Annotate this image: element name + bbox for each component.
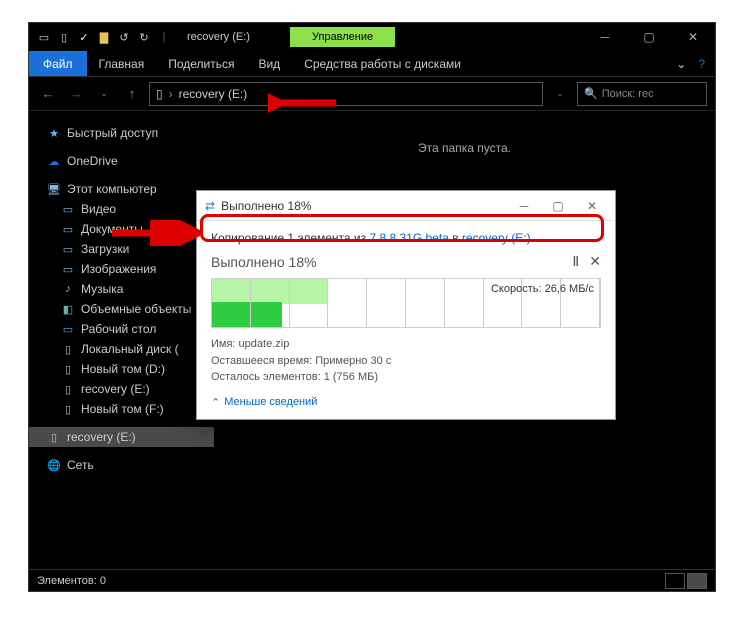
cube-icon: ◧ [61,302,75,316]
title-bar: ▭ ▯ ✓ ▇ ↺ ↻ | recovery (E:) Управление ─… [29,23,715,51]
sidebar-item-music[interactable]: ♪Музыка [29,279,214,299]
dialog-maximize-button[interactable]: ▢ [543,199,573,213]
sidebar-item-recovery-e[interactable]: ▯recovery (E:) [29,379,214,399]
minimize-button[interactable]: ─ [583,23,627,51]
dialog-title: Выполнено 18% [221,199,312,213]
desktop-icon: ▭ [61,322,75,336]
view-icons-button[interactable] [687,573,707,589]
drive-icon: ▯ [61,342,75,356]
tab-home[interactable]: Главная [87,51,157,76]
status-bar: Элементов: 0 [29,569,715,591]
file-tab[interactable]: Файл [29,51,87,76]
speed-label: Скорость: 26,6 МБ/с [491,283,594,295]
copy-progress-dialog: ⇄ Выполнено 18% ─ ▢ ✕ Копирование 1 элем… [196,190,616,420]
cloud-icon: ☁ [47,154,61,168]
sidebar-item-recovery-selected[interactable]: ▯recovery (E:) [29,427,214,447]
dialog-title-bar[interactable]: ⇄ Выполнено 18% ─ ▢ ✕ [197,191,615,221]
app-icon: ▭ [35,28,53,46]
view-details-button[interactable] [665,573,685,589]
copy-dest-link[interactable]: recovery (E:) [462,231,531,245]
ribbon-tabs: Файл Главная Поделиться Вид Средства раб… [29,51,715,77]
help-icon[interactable]: ? [698,57,705,71]
sidebar-network[interactable]: 🌐Сеть [29,455,214,475]
tab-drive-tools[interactable]: Средства работы с дисками [292,51,473,76]
search-box[interactable]: 🔍 Поиск: rec [577,82,707,106]
time-remaining: Примерно 30 с [315,355,391,367]
qat-undo-icon[interactable]: ↺ [115,28,133,46]
copy-description: Копирование 1 элемента из 7.8.8.31G beta… [211,231,601,245]
picture-icon: ▭ [61,262,75,276]
pause-button[interactable]: Ⅱ [572,253,579,270]
sidebar-item-3d[interactable]: ◧Объемные объекты [29,299,214,319]
copy-icon: ⇄ [205,199,215,213]
empty-folder-text: Эта папка пуста. [214,111,715,155]
qat-redo-icon[interactable]: ↻ [135,28,153,46]
qat-sep: | [155,28,173,46]
drive-icon: ▯ [61,382,75,396]
qat-check-icon[interactable]: ✓ [75,28,93,46]
sidebar-item-vol-f[interactable]: ▯Новый том (F:) [29,399,214,419]
file-name: update.zip [239,338,290,350]
star-icon: ★ [47,126,61,140]
sidebar-item-downloads[interactable]: ▭Загрузки [29,239,214,259]
download-icon: ▭ [61,242,75,256]
drive-icon: ▯ [47,430,61,444]
expand-ribbon-icon[interactable]: ⌄ [676,57,686,71]
copy-source-link[interactable]: 7.8.8.31G beta [369,231,448,245]
ribbon-context-tab[interactable]: Управление [290,27,395,47]
sidebar-item-videos[interactable]: ▭Видео [29,199,214,219]
chevron-up-icon: ⌃ [211,396,220,409]
breadcrumb-sep: › [169,87,173,101]
sidebar-onedrive[interactable]: ☁OneDrive [29,151,214,171]
search-placeholder: Поиск: rec [602,88,654,100]
tab-share[interactable]: Поделиться [156,51,246,76]
fewer-details-link[interactable]: ⌃ Меньше сведений [211,396,601,409]
document-icon: ▭ [61,222,75,236]
drive-icon: ▯ [156,87,163,101]
window-title: recovery (E:) [179,31,250,43]
maximize-button[interactable]: ▢ [627,23,671,51]
back-button[interactable]: ← [37,83,59,105]
sidebar-item-local-c[interactable]: ▯Локальный диск ( [29,339,214,359]
address-bar-row: ← → ⌄ ↑ ▯ › recovery (E:) ⌄ 🔍 Поиск: rec [29,77,715,111]
sidebar-item-documents[interactable]: ▭Документы [29,219,214,239]
up-button[interactable]: ↑ [121,83,143,105]
drive-icon: ▯ [61,402,75,416]
dialog-close-button[interactable]: ✕ [577,199,607,213]
close-button[interactable]: ✕ [671,23,715,51]
search-icon: 🔍 [584,87,598,100]
pc-icon: 🖥 [47,182,61,196]
sidebar-item-pictures[interactable]: ▭Изображения [29,259,214,279]
drive-icon: ▯ [61,362,75,376]
dialog-minimize-button[interactable]: ─ [509,199,539,213]
status-item-count: Элементов: 0 [37,575,106,587]
network-icon: 🌐 [47,458,61,472]
refresh-button[interactable]: ⌄ [549,83,571,105]
forward-button[interactable]: → [65,83,87,105]
qat-pin-icon[interactable]: ▯ [55,28,73,46]
items-remaining: 1 (756 МБ) [324,371,378,383]
sidebar-this-pc[interactable]: 🖥Этот компьютер [29,179,214,199]
navigation-pane: ★Быстрый доступ ☁OneDrive 🖥Этот компьюте… [29,111,214,569]
recent-dropdown[interactable]: ⌄ [93,83,115,105]
progress-bar: Скорость: 26,6 МБ/с [211,278,601,328]
music-icon: ♪ [61,282,75,296]
video-icon: ▭ [61,202,75,216]
breadcrumb-path[interactable]: recovery (E:) [179,87,248,101]
tab-view[interactable]: Вид [246,51,292,76]
sidebar-item-desktop[interactable]: ▭Рабочий стол [29,319,214,339]
cancel-button[interactable]: ✕ [589,253,601,270]
qat-folder-icon[interactable]: ▇ [95,28,113,46]
copy-details: Имя: update.zip Оставшееся время: Пример… [211,336,601,386]
sidebar-quick-access[interactable]: ★Быстрый доступ [29,123,214,143]
address-bar[interactable]: ▯ › recovery (E:) [149,82,543,106]
sidebar-item-vol-d[interactable]: ▯Новый том (D:) [29,359,214,379]
progress-label: Выполнено 18% [211,254,317,270]
